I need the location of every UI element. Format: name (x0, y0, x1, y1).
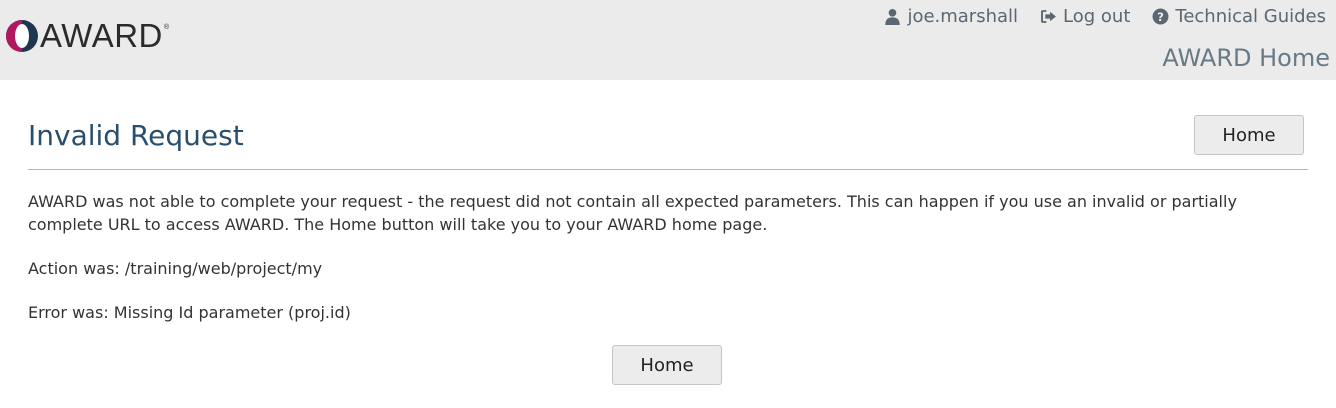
header-bar: AWARD ® joe.marshall Log out ? Technical… (0, 0, 1336, 80)
error-detail: Error was: Missing Id parameter (proj.id… (28, 303, 351, 322)
logout-link[interactable]: Log out (1040, 6, 1130, 27)
award-logo-mark-icon (6, 20, 38, 52)
technical-guides-link[interactable]: ? Technical Guides (1152, 6, 1326, 27)
logout-label: Log out (1063, 5, 1131, 27)
registered-mark: ® (163, 24, 170, 31)
action-detail: Action was: /training/web/project/my (28, 259, 323, 278)
award-logo[interactable]: AWARD ® (5, 18, 169, 54)
home-button-top[interactable]: Home (1194, 115, 1304, 155)
username-label: joe.marshall (907, 5, 1019, 27)
app-title: AWARD Home (1162, 44, 1330, 72)
home-button-bottom[interactable]: Home (612, 345, 722, 385)
logout-icon (1041, 9, 1056, 23)
user-nav: joe.marshall Log out ? Technical Guides (884, 5, 1326, 27)
svg-text:?: ? (1158, 9, 1165, 23)
user-profile-link[interactable]: joe.marshall (884, 6, 1018, 27)
page-heading: Invalid Request (28, 114, 1308, 170)
technical-guides-label: Technical Guides (1175, 5, 1326, 27)
page-title: Invalid Request (28, 119, 244, 152)
error-message-panel: AWARD was not able to complete your requ… (28, 190, 1298, 345)
user-icon (885, 8, 901, 25)
error-description: AWARD was not able to complete your requ… (28, 192, 1237, 234)
logo-text: AWARD (40, 17, 163, 54)
question-circle-icon: ? (1152, 8, 1169, 24)
